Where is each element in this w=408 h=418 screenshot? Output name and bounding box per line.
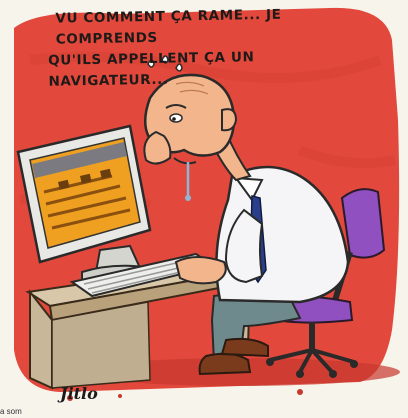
eye [169, 113, 183, 123]
drool-drop [185, 195, 191, 201]
hand [174, 256, 227, 285]
artist-signature: Jitlo [60, 384, 98, 403]
floor-spatter [67, 389, 303, 401]
caption-line-2: QU'ILS APPELLENT ÇA UN NAVIGATEUR... [48, 49, 255, 90]
pupil [172, 117, 176, 121]
caption: VU COMMENT ÇA RAME... JE COMPRENDS QU'IL… [48, 3, 356, 92]
chair-wheel [329, 370, 337, 378]
chair-wheel [266, 358, 274, 366]
chair-wheel [296, 370, 304, 378]
shoe [198, 352, 252, 376]
chair-back [340, 188, 386, 259]
ear [221, 108, 238, 132]
cartoon-scene: VU COMMENT ÇA RAME... JE COMPRENDS QU'IL… [0, 0, 408, 418]
chair-wheel [350, 360, 358, 368]
cropped-page-text: a som [0, 407, 22, 416]
caption-line-1: VU COMMENT ÇA RAME... JE COMPRENDS [55, 6, 282, 48]
